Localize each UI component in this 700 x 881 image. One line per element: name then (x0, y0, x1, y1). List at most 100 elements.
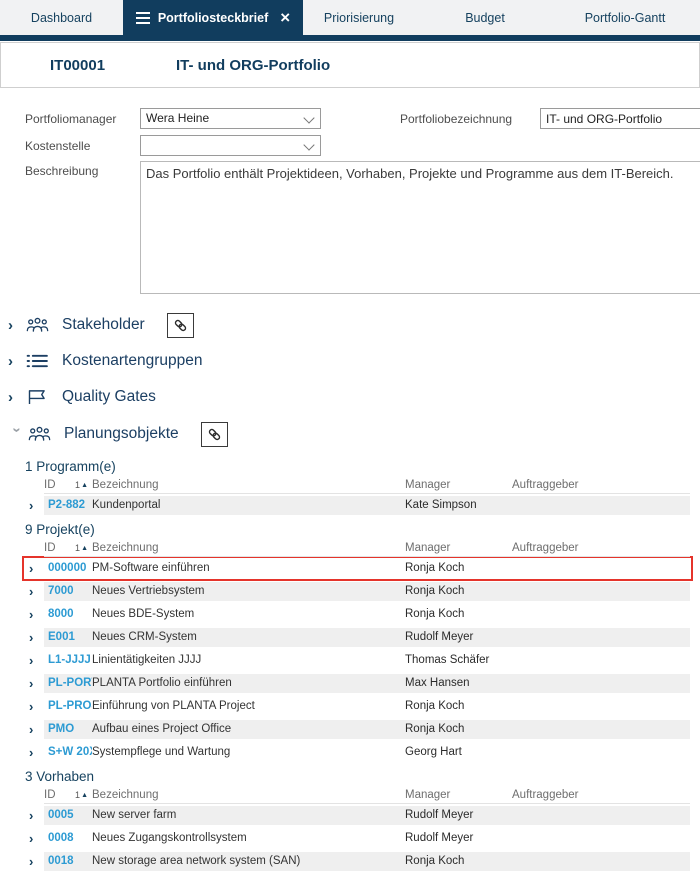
row-expand-chevron-icon[interactable]: › (25, 743, 44, 762)
row-expand-chevron-icon[interactable]: › (25, 720, 44, 739)
section-kostenartengruppen[interactable]: › Kostenartengruppen (0, 348, 202, 374)
row-manager: Ronja Koch (405, 855, 465, 867)
planning-objects-area: 1 Programm(e) ID 1 ▲ Bezeichnung Manager … (22, 458, 693, 877)
section-stakeholder[interactable]: › Stakeholder (0, 312, 194, 338)
chevron-right-icon[interactable]: › (8, 318, 26, 333)
column-client: Auftraggeber (512, 789, 579, 801)
section-quality-gates[interactable]: › Quality Gates (0, 384, 156, 410)
row-id-link[interactable]: P2-882 (44, 496, 92, 515)
table-row[interactable]: › 8000 Neues BDE-System Ronja Koch (25, 605, 690, 624)
portfoliobezeichnung-label: Portfoliobezeichnung (400, 112, 513, 126)
tab-budget[interactable]: Budget (415, 0, 555, 35)
beschreibung-textarea[interactable]: Das Portfolio enthält Projektideen, Vorh… (140, 161, 700, 294)
row-expand-chevron-icon[interactable]: › (25, 852, 44, 871)
row-stripe: L1-JJJJ Linientätigkeiten JJJJ Thomas Schä… (44, 651, 690, 670)
sort-asc-icon: ▲ (81, 792, 88, 799)
row-name: Systempflege und Wartung (92, 746, 231, 758)
page-title: IT- und ORG-Portfolio (176, 56, 331, 74)
table-row[interactable]: › 0018 New storage area network system (SA… (25, 852, 690, 871)
row-expand-chevron-icon[interactable]: › (25, 559, 44, 578)
row-expand-chevron-icon[interactable]: › (25, 628, 44, 647)
row-expand-chevron-icon[interactable]: › (25, 697, 44, 716)
row-name: Einführung von PLANTA Project (92, 700, 255, 712)
row-expand-chevron-icon[interactable]: › (25, 829, 44, 848)
row-manager: Rudolf Meyer (405, 809, 474, 821)
row-expand-chevron-icon[interactable]: › (25, 582, 44, 601)
table-row[interactable]: › E001 Neues CRM-System Rudolf Meyer (25, 628, 690, 647)
row-id-link[interactable]: 0008 (44, 829, 92, 848)
people-icon (28, 426, 58, 442)
row-expand-chevron-icon[interactable]: › (25, 496, 44, 515)
chevron-right-icon[interactable]: › (8, 390, 26, 405)
section-label: Planungsobjekte (64, 425, 179, 442)
link-button[interactable] (166, 312, 194, 338)
tab-portfolio-gantt[interactable]: Portfolio-Gantt (555, 0, 695, 35)
row-stripe: 8000 Neues BDE-System Ronja Koch (44, 605, 690, 624)
beschreibung-label: Beschreibung (25, 164, 99, 178)
tabbar-accent-strip (0, 35, 700, 41)
row-id-link[interactable]: S+W 20XX (44, 743, 92, 762)
table-row[interactable]: › 0008 Neues Zugangskontrollsystem Rudolf M… (25, 829, 690, 848)
portfoliomanager-select[interactable]: Wera Heine (140, 108, 321, 129)
flag-icon (26, 389, 56, 405)
row-expand-chevron-icon[interactable]: › (25, 674, 44, 693)
column-client: Auftraggeber (512, 542, 579, 554)
sort-indicator[interactable]: 1 ▲ (75, 541, 88, 556)
sort-indicator[interactable]: 1 ▲ (75, 788, 88, 803)
row-expand-chevron-icon[interactable]: › (25, 651, 44, 670)
row-id-link[interactable]: E001 (44, 628, 92, 647)
close-icon[interactable]: × (280, 9, 290, 26)
table-row[interactable]: › P2-882 Kundenportal Kate Simpson (25, 496, 690, 515)
table-row[interactable]: › PMO Aufbau eines Project Office Ronja Koc… (25, 720, 690, 739)
row-id-link[interactable]: PMO (44, 720, 92, 739)
column-id: ID (44, 479, 56, 491)
table-row-selected[interactable]: › 000000 PM-Software einführen Ronja Koch (22, 556, 693, 581)
row-id-link[interactable]: L1-JJJJ (44, 651, 92, 670)
tab-label: Dashboard (30, 10, 93, 25)
tab-priorisierung[interactable]: Priorisierung (303, 0, 415, 35)
chevron-down-icon[interactable]: › (9, 427, 26, 441)
table-row[interactable]: › 7000 Neues Vertriebsystem Ronja Koch (25, 582, 690, 601)
row-id-link[interactable]: PL-PROJECT (44, 697, 92, 716)
column-manager: Manager (405, 479, 451, 491)
table-header: ID 1 ▲ Bezeichnung Manager Auftraggeber (25, 541, 690, 557)
tab-portfoliosteckbrief[interactable]: Portfoliosteckbrief × (123, 0, 303, 35)
hamburger-menu-icon[interactable] (135, 11, 150, 24)
kostenstelle-select[interactable] (140, 135, 321, 156)
row-stripe: PMO Aufbau eines Project Office Ronja Koch (44, 720, 690, 739)
link-button[interactable] (200, 421, 228, 447)
table-row[interactable]: › 0005 New server farm Rudolf Meyer (25, 806, 690, 825)
row-stripe: 0008 Neues Zugangskontrollsystem Rudolf Me… (44, 829, 690, 848)
chevron-down-icon (303, 112, 315, 124)
row-stripe: 0005 New server farm Rudolf Meyer (44, 806, 690, 825)
portfoliomanager-label: Portfoliomanager (25, 112, 117, 126)
row-id-link[interactable]: 0005 (44, 806, 92, 825)
table-row[interactable]: ›PL-PROJECTEinführung von PLANTA Project… (25, 697, 690, 716)
row-stripe: 0018 New storage area network system (SAN… (44, 852, 690, 871)
row-expand-chevron-icon[interactable]: › (25, 605, 44, 624)
table-header: ID 1 ▲ Bezeichnung Manager Auftraggeber (25, 788, 690, 804)
chevron-right-icon[interactable]: › (8, 354, 26, 369)
tab-label: Portfoliosteckbrief (157, 10, 269, 25)
row-expand-chevron-icon[interactable]: › (25, 806, 44, 825)
table-row[interactable]: ›PL-PORTFO...PLANTA Portfolio einführen M… (25, 674, 690, 693)
group-heading: 9 Projekt(e) (25, 522, 95, 537)
table-row[interactable]: › L1-JJJJ Linientätigkeiten JJJJ Thomas Sch… (25, 651, 690, 670)
row-id-link[interactable]: 8000 (44, 605, 92, 624)
column-id: ID (44, 542, 56, 554)
row-manager: Georg Hart (405, 746, 462, 758)
section-planungsobjekte[interactable]: › Planungsobjekte (0, 421, 228, 447)
row-id-link[interactable]: PL-PORTFO... (44, 674, 92, 693)
table-row[interactable]: ›S+W 20XXSystempflege und Wartung Georg H… (25, 743, 690, 762)
row-client (512, 605, 690, 624)
portfoliobezeichnung-input[interactable] (540, 108, 700, 129)
row-id-link[interactable]: 000000 (44, 559, 92, 578)
row-client (512, 806, 690, 825)
tab-dashboard[interactable]: Dashboard (0, 0, 123, 35)
chevron-down-icon (303, 139, 315, 151)
sort-indicator[interactable]: 1 ▲ (75, 478, 88, 493)
row-id-link[interactable]: 0018 (44, 852, 92, 871)
row-id-link[interactable]: 7000 (44, 582, 92, 601)
group-programme: 1 Programm(e) ID 1 ▲ Bezeichnung Manager … (25, 458, 690, 515)
row-name: New storage area network system (SAN) (92, 855, 301, 867)
